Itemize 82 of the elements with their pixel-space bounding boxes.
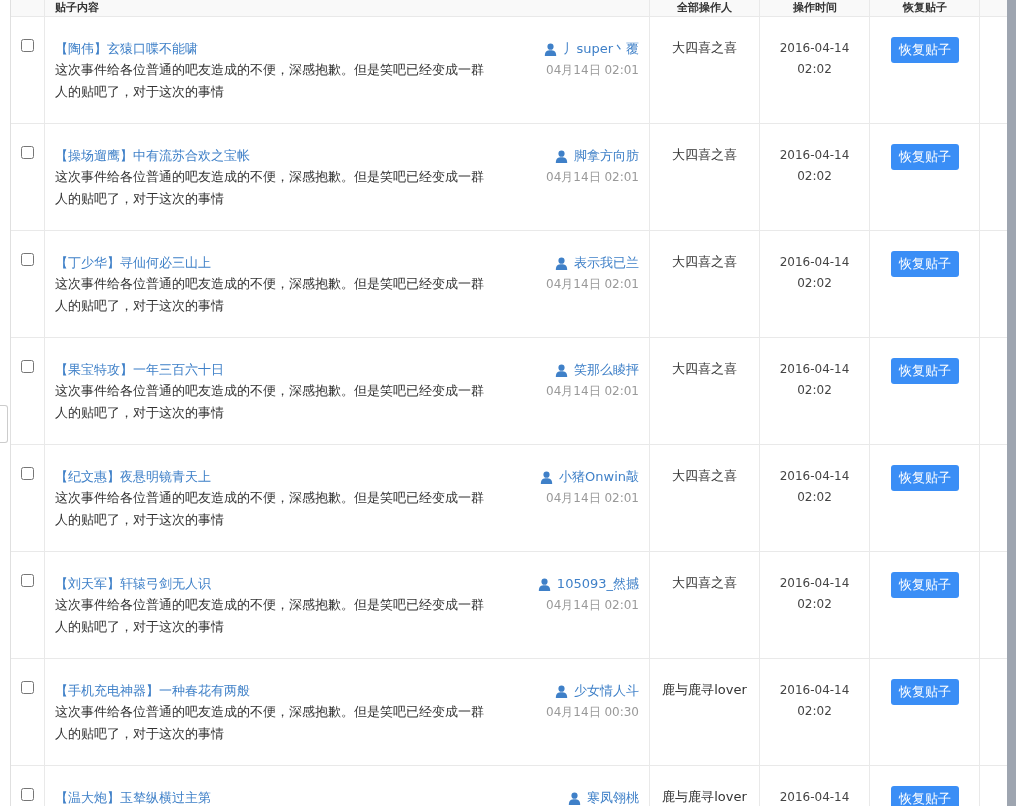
post-time: 04月14日 02:01: [546, 490, 639, 507]
author-link[interactable]: 少女情人斗: [574, 681, 639, 701]
operator-name: 大四喜之喜: [672, 253, 737, 271]
operation-time: 02:02: [797, 61, 832, 78]
post-title-link[interactable]: 【刘天军】轩辕弓剑无人识: [55, 574, 211, 594]
restore-post-button[interactable]: 恢复贴子: [890, 37, 959, 63]
operation-date: 2016-04-14: [779, 682, 850, 699]
operator-name: 大四喜之喜: [672, 360, 737, 378]
operator-name: 大四喜之喜: [672, 39, 737, 57]
post-time: 04月14日 00:30: [546, 704, 639, 721]
post-excerpt: 这次事件给各位普通的吧友造成的不便，深感抱歉。但是笑吧已经变成一群人的贴吧了，对于这次的事情: [55, 703, 485, 743]
post-excerpt: 这次事件给各位普通的吧友造成的不便，深感抱歉。但是笑吧已经变成一群人的贴吧了，对于这次的事情: [55, 489, 485, 529]
author-link[interactable]: 笑那么睖抨: [574, 360, 639, 380]
post-title-link[interactable]: 【陶伟】玄猿口喋不能啸: [55, 39, 198, 59]
post-title-link[interactable]: 【果宝特攻】一年三百六十日: [55, 360, 224, 380]
restore-post-button[interactable]: 恢复贴子: [890, 679, 959, 705]
post-title-link[interactable]: 【手机充电神器】一种春花有两般: [55, 681, 250, 701]
post-excerpt: 这次事件给各位普通的吧友造成的不便，深感抱歉。但是笑吧已经变成一群人的贴吧了，对于这次的事情: [55, 275, 485, 315]
post-excerpt: 这次事件给各位普通的吧友造成的不便，深感抱歉。但是笑吧已经变成一群人的贴吧了，对于这次的事情: [55, 168, 485, 208]
row-checkbox[interactable]: [21, 681, 34, 694]
restore-post-button[interactable]: 恢复贴子: [890, 251, 959, 277]
operation-time: 02:02: [797, 168, 832, 185]
user-icon: [544, 42, 558, 56]
operation-time: 02:02: [797, 382, 832, 399]
author-link[interactable]: 105093_然撼: [556, 574, 639, 594]
column-header: 恢复贴子: [902, 1, 947, 15]
author-link[interactable]: 表示我已兰: [574, 253, 639, 273]
post-time: 04月14日 02:01: [546, 169, 639, 186]
operation-date: 2016-04-14: [779, 468, 850, 485]
operator-name: 大四喜之喜: [672, 574, 737, 592]
operator-name: 大四喜之喜: [672, 467, 737, 485]
post-title-link[interactable]: 【纪文惠】夜悬明镜青天上: [55, 467, 211, 487]
post-time: 04月14日 02:01: [546, 62, 639, 79]
author-link[interactable]: 寒凤翎桃: [587, 788, 639, 806]
operation-date: 2016-04-14: [779, 575, 850, 592]
user-icon: [537, 577, 551, 591]
operator-name: 鹿与鹿寻lover: [662, 681, 747, 699]
row-checkbox[interactable]: [21, 467, 34, 480]
post-title-link[interactable]: 【温大炮】玉辇纵横过主第: [55, 788, 211, 806]
restore-post-button[interactable]: 恢复贴子: [890, 144, 959, 170]
post-excerpt: 这次事件给各位普通的吧友造成的不便，深感抱歉。但是笑吧已经变成一群人的贴吧了，对于这次的事情: [55, 61, 485, 101]
user-icon: [540, 470, 554, 484]
post-time: 04月14日 02:01: [546, 597, 639, 614]
operation-time: 02:02: [797, 596, 832, 613]
operation-time: 02:02: [797, 275, 832, 292]
row-checkbox[interactable]: [21, 39, 34, 52]
row-checkbox[interactable]: [21, 146, 34, 159]
user-icon: [555, 149, 568, 163]
operation-date: 2016-04-14: [779, 361, 850, 378]
column-header: 贴子内容: [55, 1, 99, 15]
restore-post-button[interactable]: 恢复贴子: [890, 465, 959, 491]
operator-name: 大四喜之喜: [672, 146, 737, 164]
restore-post-button[interactable]: 恢复贴子: [890, 786, 959, 806]
scrollbar[interactable]: [1007, 0, 1016, 806]
operation-date: 2016-04-14: [779, 147, 850, 164]
post-time: 04月14日 02:01: [546, 276, 639, 293]
restore-post-button[interactable]: 恢复贴子: [890, 572, 959, 598]
post-time: 04月14日 02:01: [546, 383, 639, 400]
post-excerpt: 这次事件给各位普通的吧友造成的不便，深感抱歉。但是笑吧已经变成一群人的贴吧了，对于这次的事情: [55, 596, 485, 636]
operator-name: 鹿与鹿寻lover: [662, 788, 747, 806]
author-link[interactable]: 小猪Onwin敲: [559, 467, 639, 487]
row-checkbox[interactable]: [21, 253, 34, 266]
author-link[interactable]: 丿super丶覆: [563, 39, 639, 59]
operation-date: 2016-04-14: [779, 254, 850, 271]
post-excerpt: 这次事件给各位普通的吧友造成的不便，深感抱歉。但是笑吧已经变成一群人的贴吧了，对于这次的事情: [55, 382, 485, 422]
post-title-link[interactable]: 【操场遛鹰】中有流苏合欢之宝帐: [55, 146, 250, 166]
user-icon: [555, 256, 568, 270]
row-checkbox[interactable]: [21, 788, 34, 801]
post-title-link[interactable]: 【丁少华】寻仙何必三山上: [55, 253, 211, 273]
row-checkbox[interactable]: [21, 360, 34, 373]
author-link[interactable]: 脚拿方向肪: [574, 146, 639, 166]
user-icon: [568, 791, 581, 805]
user-icon: [555, 684, 568, 698]
column-header: 操作时间: [792, 1, 837, 15]
user-icon: [555, 363, 568, 377]
operation-date: 2016-04-14: [779, 789, 850, 806]
column-header: 全部操作人: [677, 1, 732, 15]
operation-date: 2016-04-14: [779, 40, 850, 57]
restore-post-button[interactable]: 恢复贴子: [890, 358, 959, 384]
row-checkbox[interactable]: [21, 574, 34, 587]
operation-time: 02:02: [797, 703, 832, 720]
operation-time: 02:02: [797, 489, 832, 506]
